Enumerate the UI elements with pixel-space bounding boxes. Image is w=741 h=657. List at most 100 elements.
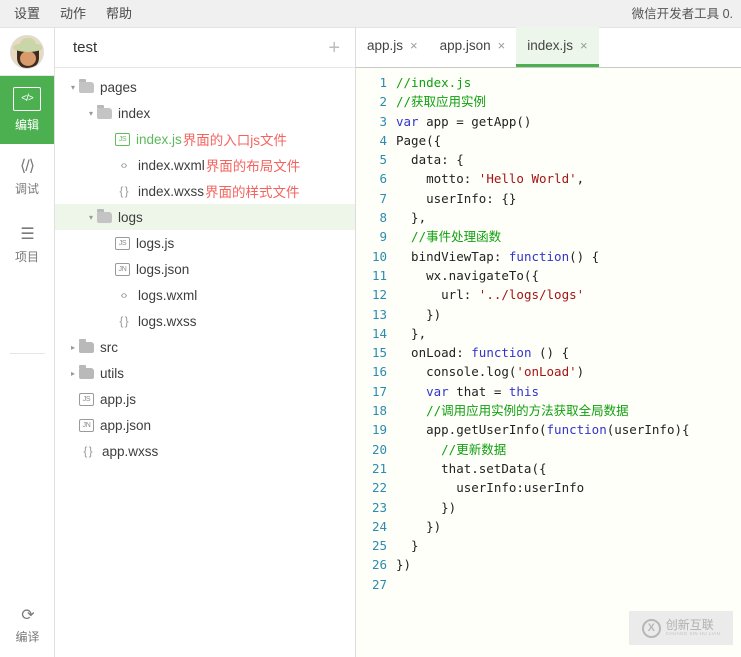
editor-panel: app.js×app.json×index.js× 1//index.js2//… xyxy=(356,28,741,657)
rail-item-compile[interactable]: ⟳ 编译 xyxy=(0,608,55,645)
code-line-text: }) xyxy=(396,555,411,574)
code-line: 5 data: { xyxy=(356,150,741,169)
code-area[interactable]: 1//index.js2//获取应用实例3var app = getApp()4… xyxy=(356,68,741,657)
code-line: 14 }, xyxy=(356,324,741,343)
file-tree-row[interactable]: ▾pages xyxy=(55,74,355,100)
file-tree-row[interactable]: ▸utils xyxy=(55,360,355,386)
file-tree-row[interactable]: { }index.wxss界面的样式文件 xyxy=(55,178,355,204)
line-number: 19 xyxy=(356,420,396,439)
code-line: 15 onLoad: function () { xyxy=(356,343,741,362)
watermark: X 创新互联 CHUANG XIN HU LIAN xyxy=(629,611,733,645)
code-line-text: //调用应用实例的方法获取全局数据 xyxy=(396,401,629,420)
rail-item-2[interactable]: ☰项目 xyxy=(0,212,54,280)
file-tree-row[interactable]: JSapp.js xyxy=(55,386,355,412)
angle-brackets-glyph: ‹› xyxy=(115,158,132,172)
file-tree-row-label: index.wxml xyxy=(138,158,205,173)
chevron-right-icon[interactable]: ▸ xyxy=(67,343,79,352)
angle-brackets-glyph: ‹› xyxy=(115,288,132,302)
file-tree-row-label: logs xyxy=(118,210,143,225)
chevron-right-icon[interactable]: ▸ xyxy=(67,369,79,378)
code-brackets-icon: ⟨/⟩ xyxy=(20,159,34,175)
chevron-down-icon[interactable]: ▾ xyxy=(85,213,97,222)
code-line-text: var app = getApp() xyxy=(396,112,531,131)
folder-icon xyxy=(79,342,94,353)
line-number: 5 xyxy=(356,150,396,169)
code-token: //调用应用实例的方法获取全局数据 xyxy=(396,403,629,418)
close-icon[interactable]: × xyxy=(498,38,506,53)
file-tree-row[interactable]: { }app.wxss xyxy=(55,438,355,464)
chevron-down-icon[interactable]: ▾ xyxy=(67,83,79,92)
file-tree-row[interactable]: { }logs.wxss xyxy=(55,308,355,334)
editor-tab[interactable]: app.js× xyxy=(356,27,429,67)
code-token: 'Hello World' xyxy=(479,171,577,186)
code-token: this xyxy=(509,384,539,399)
wxml-file-icon: ‹› xyxy=(115,158,132,172)
file-tree-row[interactable]: JSlogs.js xyxy=(55,230,355,256)
js-badge: JS xyxy=(115,237,130,250)
editor-tab[interactable]: app.json× xyxy=(429,27,517,67)
json-file-icon: JN xyxy=(79,419,94,432)
code-line-text: that.setData({ xyxy=(396,459,547,478)
line-number: 13 xyxy=(356,305,396,324)
code-token: bindViewTap: xyxy=(396,249,509,264)
code-token: (userInfo){ xyxy=(607,422,690,437)
file-tree-row-label: logs.wxss xyxy=(138,314,197,329)
line-number: 9 xyxy=(356,227,396,246)
file-tree-row[interactable]: ▸ src xyxy=(55,334,355,360)
menu-actions[interactable]: 动作 xyxy=(60,0,86,28)
code-token: }, xyxy=(396,210,426,225)
file-tree-row[interactable]: ▾index xyxy=(55,100,355,126)
line-number: 4 xyxy=(356,131,396,150)
js-badge: JS xyxy=(79,393,94,406)
code-line: 18 //调用应用实例的方法获取全局数据 xyxy=(356,401,741,420)
line-number: 11 xyxy=(356,266,396,285)
code-line: 4Page({ xyxy=(356,131,741,150)
rail-item-0[interactable]: </>编辑 xyxy=(0,76,54,144)
file-tree-row[interactable]: JNlogs.json xyxy=(55,256,355,282)
code-token: userInfo: {} xyxy=(396,191,516,206)
code-token: var xyxy=(396,114,419,129)
rail-item-label-0: 编辑 xyxy=(15,116,39,133)
file-tree-row-annotation: 界面的布局文件 xyxy=(206,155,301,175)
user-avatar[interactable] xyxy=(10,35,44,69)
js-file-icon: JS xyxy=(115,133,130,146)
code-token: }) xyxy=(396,519,441,534)
code-line-text: data: { xyxy=(396,150,464,169)
code-token: that.setData({ xyxy=(396,461,547,476)
chevron-down-icon[interactable]: ▾ xyxy=(85,109,97,118)
avatar-container[interactable] xyxy=(0,28,54,76)
menu-help[interactable]: 帮助 xyxy=(106,0,132,28)
code-line-text: //更新数据 xyxy=(396,440,506,459)
folder-glyph xyxy=(97,108,112,119)
file-tree-panel: test + ▾pages▾indexJSindex.js界面的入口js文件‹›… xyxy=(55,28,356,657)
code-token: //index.js xyxy=(396,75,471,90)
code-line: 21 that.setData({ xyxy=(356,459,741,478)
code-line-text: }, xyxy=(396,324,426,343)
menu-settings[interactable]: 设置 xyxy=(14,0,40,28)
line-number: 25 xyxy=(356,536,396,555)
folder-glyph xyxy=(79,82,94,93)
code-line: 19 app.getUserInfo(function(userInfo){ xyxy=(356,420,741,439)
close-icon[interactable]: × xyxy=(580,38,588,53)
line-number: 2 xyxy=(356,92,396,111)
file-tree-row[interactable]: ‹› index.wxml界面的布局文件 xyxy=(55,152,355,178)
close-icon[interactable]: × xyxy=(410,38,418,53)
file-tree-row[interactable]: ‹›logs.wxml xyxy=(55,282,355,308)
code-line: 13 }) xyxy=(356,305,741,324)
editor-tab[interactable]: index.js× xyxy=(516,27,598,67)
file-tree-row[interactable]: JSindex.js界面的入口js文件 xyxy=(55,126,355,152)
add-file-button[interactable]: + xyxy=(325,38,343,58)
watermark-text: 创新互联 CHUANG XIN HU LIAN xyxy=(666,619,720,636)
code-token: wx.navigateTo({ xyxy=(396,268,539,283)
code-line: 12 url: '../logs/logs' xyxy=(356,285,741,304)
code-token: }, xyxy=(396,326,426,341)
file-tree-row[interactable]: ▾ logs xyxy=(55,204,355,230)
line-number: 23 xyxy=(356,498,396,517)
line-number: 27 xyxy=(356,575,396,594)
file-tree-row[interactable]: JNapp.json xyxy=(55,412,355,438)
rail-item-1[interactable]: ⟨/⟩调试 xyxy=(0,144,54,212)
line-number: 12 xyxy=(356,285,396,304)
code-line-text: bindViewTap: function() { xyxy=(396,247,599,266)
file-tree-row-label: src xyxy=(100,340,118,355)
code-line-text: }) xyxy=(396,305,441,324)
